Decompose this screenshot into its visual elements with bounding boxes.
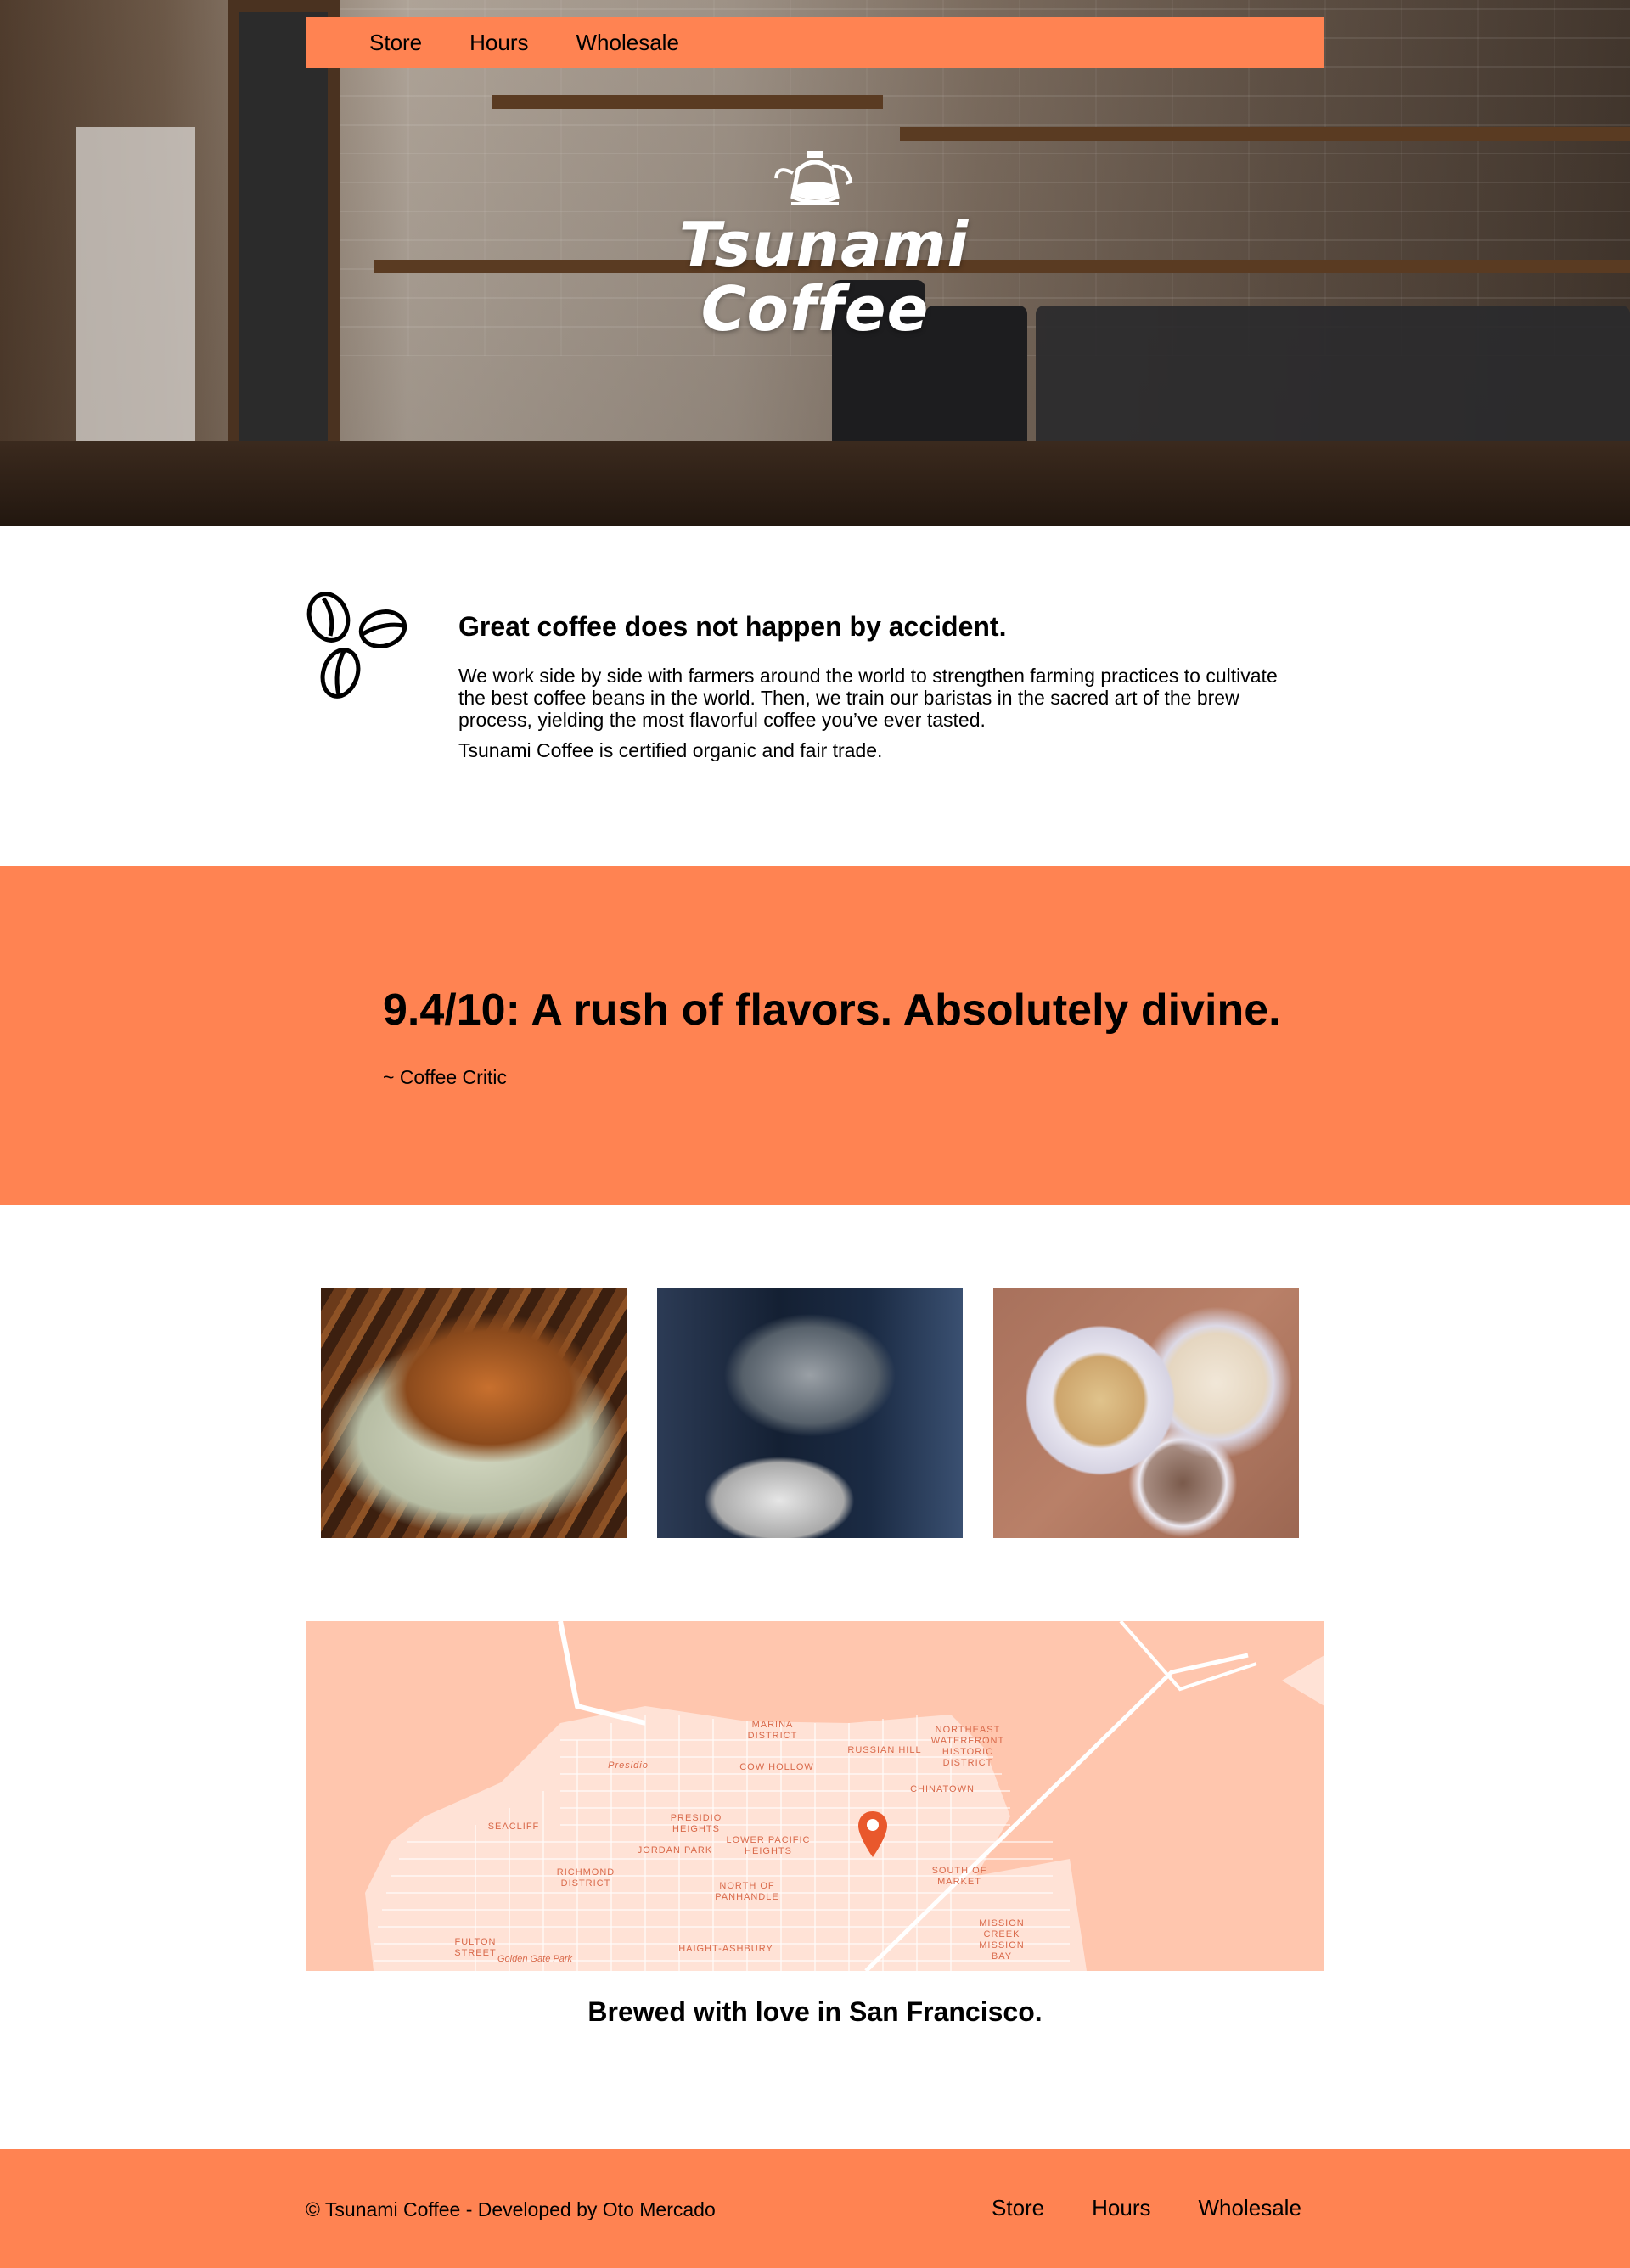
intro-paragraph: We work side by side with farmers around… bbox=[458, 665, 1278, 731]
map-label: PRESIDIO HEIGHTS bbox=[670, 1813, 722, 1834]
hero-banner: Store Hours Wholesale Tsunami Coffee bbox=[0, 0, 1630, 526]
hero-counter bbox=[0, 441, 1630, 526]
location-map[interactable]: MARINA DISTRICT NORTHEAST WATERFRONT HIS… bbox=[306, 1621, 1324, 1971]
nav-store-link[interactable]: Store bbox=[369, 30, 422, 56]
hero-shelf bbox=[374, 260, 1630, 273]
coffee-beans-icon bbox=[306, 592, 408, 699]
gallery-photo-man-with-mug bbox=[657, 1288, 963, 1538]
hero-shelf bbox=[900, 127, 1630, 141]
footer: © Tsunami Coffee - Developed by Oto Merc… bbox=[0, 2149, 1630, 2268]
review-section: 9.4/10: A rush of flavors. Absolutely di… bbox=[0, 866, 1630, 1205]
footer-wholesale-link[interactable]: Wholesale bbox=[1199, 2195, 1301, 2221]
map-label: SEACLIFF bbox=[487, 1822, 540, 1832]
map-land bbox=[306, 1621, 1324, 1971]
map-label: HAIGHT-ASHBURY bbox=[678, 1944, 773, 1954]
location-caption: Brewed with love in San Francisco. bbox=[587, 1996, 1043, 2027]
intro-section: Great coffee does not happen by accident… bbox=[458, 611, 1307, 770]
review-author: ~ Coffee Critic bbox=[383, 1066, 507, 1088]
map-label: JORDAN PARK bbox=[637, 1845, 713, 1855]
map-label: MARINA DISTRICT bbox=[747, 1720, 798, 1741]
top-nav: Store Hours Wholesale bbox=[306, 17, 1324, 68]
certification-text: Tsunami Coffee is certified organic and … bbox=[458, 739, 883, 761]
nav-wholesale-link[interactable]: Wholesale bbox=[576, 30, 679, 56]
footer-hours-link[interactable]: Hours bbox=[1092, 2195, 1150, 2221]
kettle-icon bbox=[774, 151, 853, 205]
intro-heading: Great coffee does not happen by accident… bbox=[458, 611, 1007, 642]
gallery-photo-breakfast bbox=[993, 1288, 1299, 1538]
map-label: SOUTH OF MARKET bbox=[931, 1866, 987, 1887]
map-label: RICHMOND DISTRICT bbox=[556, 1867, 615, 1889]
map-label: CHINATOWN bbox=[910, 1784, 975, 1794]
footer-nav: Store Hours Wholesale bbox=[992, 2195, 1301, 2221]
hero-shelf bbox=[492, 95, 883, 109]
gallery-photo-latte bbox=[321, 1288, 627, 1538]
map-label: NORTH OF PANHANDLE bbox=[715, 1881, 779, 1902]
hero-chalkboard bbox=[228, 0, 340, 458]
map-pin-icon[interactable] bbox=[858, 1811, 887, 1857]
map-label: COW HOLLOW bbox=[739, 1762, 814, 1772]
map-label: NORTHEAST WATERFRONT HISTORIC DISTRICT bbox=[930, 1725, 1005, 1768]
nav-hours-link[interactable]: Hours bbox=[469, 30, 528, 56]
brand-logo: Tsunami Coffee bbox=[679, 144, 970, 345]
review-quote: 9.4/10: A rush of flavors. Absolutely di… bbox=[383, 985, 1281, 1035]
logo-wordmark-line2: Coffee bbox=[700, 273, 930, 345]
map-label: MISSION BAY bbox=[979, 1940, 1025, 1962]
map-label: RUSSIAN HILL bbox=[847, 1745, 922, 1755]
map-label: Presidio bbox=[608, 1760, 649, 1771]
footer-store-link[interactable]: Store bbox=[992, 2195, 1044, 2221]
map-label: FULTON STREET bbox=[454, 1937, 497, 1958]
map-label: MISSION CREEK bbox=[979, 1918, 1025, 1940]
footer-copyright: © Tsunami Coffee - Developed by Oto Merc… bbox=[306, 2198, 716, 2220]
map-label: LOWER PACIFIC HEIGHTS bbox=[726, 1835, 811, 1856]
logo-wordmark-line1: Tsunami bbox=[679, 209, 970, 280]
